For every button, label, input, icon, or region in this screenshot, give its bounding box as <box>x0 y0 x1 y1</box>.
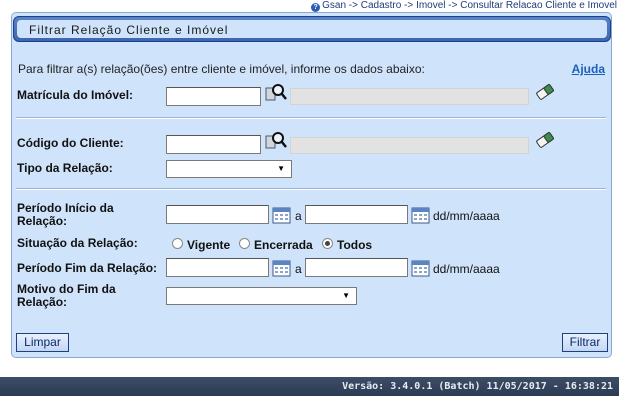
breadcrumb-separator: -> <box>346 0 361 11</box>
radio-encerrada-label: Encerrada <box>254 238 313 252</box>
codigo-cliente-label: Código do Cliente: <box>17 136 124 150</box>
periodo-fim-from-input[interactable] <box>166 258 269 277</box>
calendar-icon[interactable] <box>411 259 430 277</box>
matricula-label: Matrícula do Imóvel: <box>17 88 134 102</box>
periodo-inicio-to-input[interactable] <box>305 205 408 224</box>
radio-encerrada[interactable] <box>239 238 250 249</box>
periodo-fim-connector: a <box>295 262 302 276</box>
breadcrumb-separator: -> <box>401 0 417 11</box>
tipo-relacao-label: Tipo da Relação: <box>17 161 113 175</box>
radio-vigente[interactable] <box>172 238 183 249</box>
codigo-cliente-description <box>290 137 529 154</box>
periodo-inicio-format-hint: dd/mm/aaaa <box>433 209 500 223</box>
periodo-fim-to-input[interactable] <box>305 258 408 277</box>
version-footer: Versão: 3.4.0.1 (Batch) 11/05/2017 - 16:… <box>0 377 619 396</box>
help-link[interactable]: Ajuda <box>572 62 605 76</box>
periodo-inicio-from-input[interactable] <box>166 205 269 224</box>
breadcrumb-current: Consultar Relacao Cliente e Imovel <box>460 0 617 11</box>
filter-panel: Filtrar Relação Cliente e Imóvel Para fi… <box>11 12 612 358</box>
codigo-cliente-input[interactable] <box>166 135 261 154</box>
periodo-fim-label: Período Fim da Relação: <box>17 261 158 275</box>
calendar-icon[interactable] <box>272 206 291 224</box>
calendar-icon[interactable] <box>411 206 430 224</box>
tipo-relacao-select[interactable]: ▼ <box>166 160 292 178</box>
search-magnifier-icon[interactable] <box>265 130 287 150</box>
breadcrumb-imovel[interactable]: Imovel <box>416 0 445 11</box>
help-circle-icon[interactable]: ? <box>311 3 321 12</box>
radio-vigente-label: Vigente <box>187 238 231 252</box>
motivo-fim-label: Motivo do Fim da Relação: <box>17 283 116 309</box>
matricula-description <box>290 88 529 105</box>
breadcrumb: ? Gsan -> Cadastro -> Imovel -> Consultar… <box>311 0 617 12</box>
periodo-inicio-connector: a <box>295 209 302 223</box>
section-divider <box>16 117 606 119</box>
page-title: Filtrar Relação Cliente e Imóvel <box>29 23 229 37</box>
breadcrumb-home[interactable]: Gsan <box>322 0 346 11</box>
periodo-inicio-label: Período Início da Relação: <box>17 202 114 228</box>
dropdown-arrow-icon: ▼ <box>277 164 285 173</box>
section-divider <box>16 188 606 190</box>
search-magnifier-icon[interactable] <box>265 82 287 102</box>
breadcrumb-separator: -> <box>445 0 461 11</box>
calendar-icon[interactable] <box>272 259 291 277</box>
situacao-label: Situação da Relação: <box>17 236 138 250</box>
eraser-icon[interactable] <box>535 131 555 149</box>
limpar-button[interactable]: Limpar <box>16 333 69 352</box>
radio-todos-label: Todos <box>337 238 373 252</box>
motivo-fim-label-line2: Relação: <box>17 295 68 309</box>
periodo-fim-format-hint: dd/mm/aaaa <box>433 262 500 276</box>
matricula-input[interactable] <box>166 87 261 106</box>
dropdown-arrow-icon: ▼ <box>342 291 350 300</box>
panel-header: Filtrar Relação Cliente e Imóvel <box>13 16 611 42</box>
breadcrumb-cadastro[interactable]: Cadastro <box>361 0 402 11</box>
radio-todos[interactable] <box>322 238 333 249</box>
intro-text: Para filtrar a(s) relação(ões) entre cli… <box>18 62 425 76</box>
version-text: Versão: 3.4.0.1 (Batch) 11/05/2017 - 16:… <box>342 381 613 392</box>
eraser-icon[interactable] <box>535 83 555 101</box>
periodo-inicio-label-line2: Relação: <box>17 214 68 228</box>
filtrar-button[interactable]: Filtrar <box>562 333 608 352</box>
motivo-fim-select[interactable]: ▼ <box>166 287 357 305</box>
